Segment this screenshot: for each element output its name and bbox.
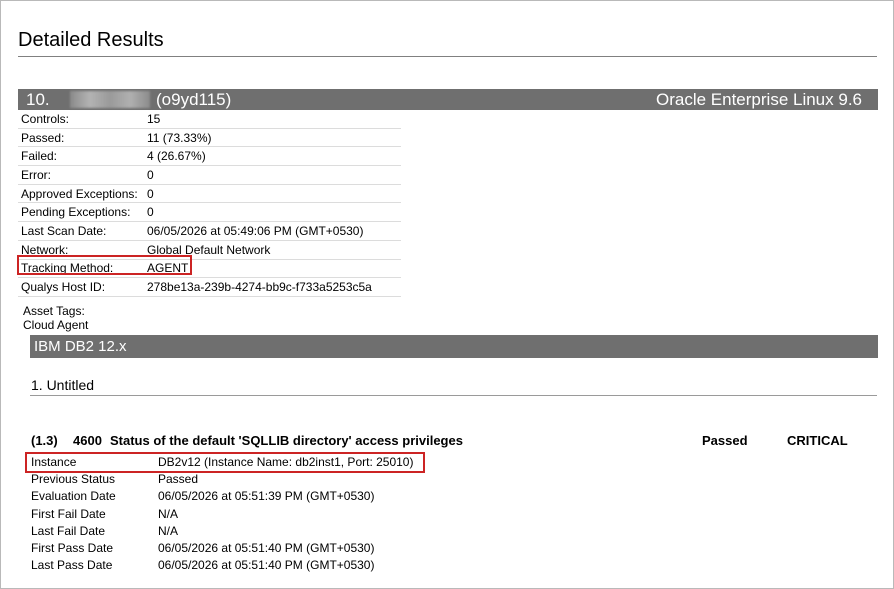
summary-row: Passed: 11 (73.33%) [18,128,401,148]
summary-label: Passed: [18,128,144,148]
summary-label: Pending Exceptions: [18,202,144,223]
section-divider [30,395,877,396]
summary-value: 0 [144,184,401,204]
control-title: Status of the default 'SQLLIB directory'… [110,433,463,448]
host-ip: 10. [26,90,50,109]
detail-value: N/A [158,506,179,521]
detail-label: Evaluation Date [31,489,116,504]
summary-row: Approved Exceptions: 0 [18,184,401,204]
detail-row: First Fail Date N/A [28,505,413,522]
detail-label: Last Pass Date [31,558,113,573]
report-frame: Detailed Results 10. (o9yd115) Oracle En… [0,0,894,589]
summary-row: Pending Exceptions: 0 [18,202,401,223]
detail-value: N/A [158,523,179,538]
summary-label: Failed: [18,146,144,167]
detail-row: Last Pass Date 06/05/2026 at 05:51:40 PM… [28,557,413,574]
summary-label: Qualys Host ID: [18,277,144,297]
module-header-bar: IBM DB2 12.x [30,335,878,358]
detail-label: First Pass Date [31,541,114,556]
summary-label: Last Scan Date: [18,221,144,241]
asset-tags-label: Asset Tags: [23,304,85,318]
detail-row: First Pass Date 06/05/2026 at 05:51:40 P… [28,539,413,556]
tracking-method-highlight [17,255,192,275]
detail-value: 06/05/2026 at 05:51:40 PM (GMT+0530) [158,541,375,556]
summary-value: 15 [144,110,401,129]
summary-row: Controls: 15 [18,110,401,129]
detail-row: Last Fail Date N/A [28,522,413,539]
detail-label: Last Fail Date [31,523,106,538]
instance-highlight [25,452,425,473]
control-number: (1.3) [31,433,58,448]
detail-value: 06/05/2026 at 05:51:40 PM (GMT+0530) [158,558,375,573]
section-title: 1. Untitled [31,377,95,393]
summary-value: 06/05/2026 at 05:49:06 PM (GMT+0530) [144,221,401,241]
summary-value: 0 [144,202,401,223]
detail-label: First Fail Date [31,506,106,521]
summary-value: 0 [144,165,401,185]
summary-label: Approved Exceptions: [18,184,144,204]
host-name: (o9yd115) [156,90,232,109]
detail-row: Evaluation Date 06/05/2026 at 05:51:39 P… [28,488,413,505]
summary-row: Last Scan Date: 06/05/2026 at 05:49:06 P… [18,221,401,241]
host-os: Oracle Enterprise Linux 9.6 [656,90,862,109]
control-id: 4600 [73,433,102,448]
summary-label: Controls: [18,110,144,129]
summary-row: Failed: 4 (26.67%) [18,146,401,167]
summary-value: 278be13a-239b-4274-bb9c-f733a5253c5a [144,277,401,297]
page-title: Detailed Results [18,29,164,51]
summary-label: Error: [18,165,144,185]
asset-tags-value: Cloud Agent [23,318,89,332]
summary-value: 11 (73.33%) [144,128,401,148]
summary-value: 4 (26.67%) [144,146,401,167]
control-status: Passed [702,433,748,448]
module-name: IBM DB2 12.x [34,338,127,355]
asset-tags: Asset Tags: Cloud Agent [23,304,88,332]
title-divider [18,56,877,57]
host-header-bar: 10. (o9yd115) Oracle Enterprise Linux 9.… [18,89,878,110]
redacted-ip [70,91,150,108]
control-criticality: CRITICAL [787,433,848,448]
detail-value: 06/05/2026 at 05:51:39 PM (GMT+0530) [158,489,375,504]
summary-row: Qualys Host ID: 278be13a-239b-4274-bb9c-… [18,277,401,297]
summary-row: Error: 0 [18,165,401,185]
